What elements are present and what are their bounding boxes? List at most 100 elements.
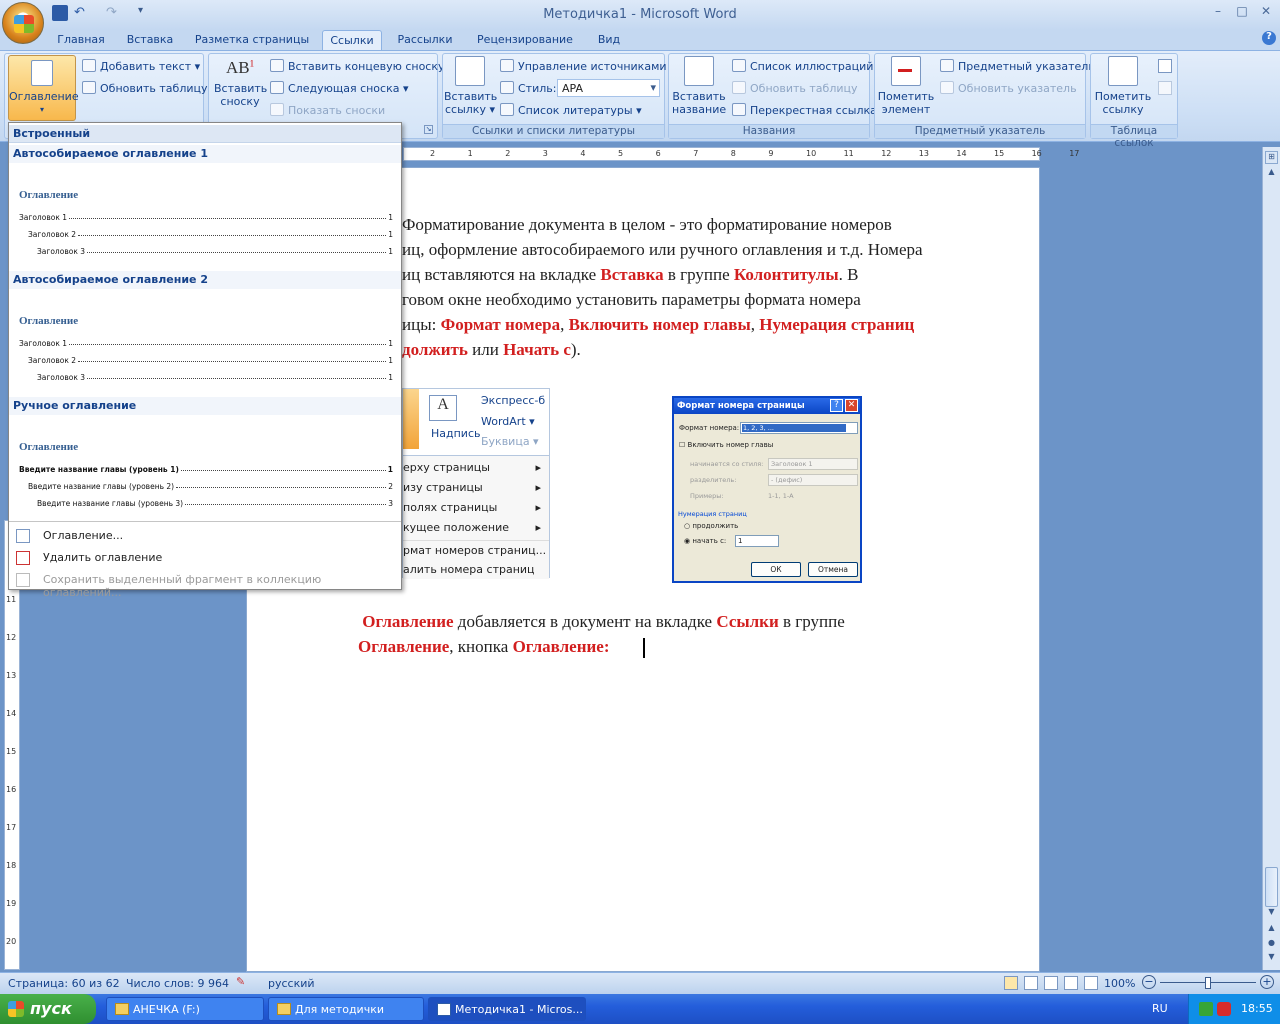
horizontal-ruler[interactable]: 2 1 2 3 4 5 6 7 8 9 10 11 12 13 14 15 16 17: [403, 147, 1079, 161]
outline-icon[interactable]: [1064, 976, 1078, 990]
start-button[interactable]: пуск: [0, 994, 96, 1024]
save-icon[interactable]: [52, 5, 68, 21]
office-button[interactable]: [2, 2, 44, 44]
word-count[interactable]: Число слов: 9 964: [126, 977, 229, 990]
redo-icon[interactable]: ↷: [106, 5, 122, 21]
update-index-button[interactable]: Обновить указатель: [940, 81, 1077, 95]
ruler-toggle-icon[interactable]: ⊞: [1265, 151, 1278, 164]
zoom-in-icon[interactable]: +: [1260, 975, 1274, 989]
tab-page-layout[interactable]: Разметка страницы: [192, 30, 312, 51]
tab-references[interactable]: Ссылки: [322, 30, 382, 51]
format-select[interactable]: 1, 2, 3, ...: [740, 422, 858, 434]
document-line[interactable]: Оглавление, кнопка Оглавление:: [358, 634, 958, 659]
vertical-scrollbar[interactable]: ⊞ ▲ ▼ ▲ ● ▼: [1262, 147, 1280, 970]
save-selection-item[interactable]: Сохранить выделенный фрагмент в коллекци…: [9, 569, 401, 599]
menu-item-current[interactable]: кущее положение ▸: [403, 518, 549, 538]
next-page-icon[interactable]: ▼: [1265, 952, 1278, 966]
help-icon[interactable]: ?: [1262, 31, 1276, 45]
insert-authorities-icon[interactable]: [1158, 59, 1172, 73]
dialog-help-icon[interactable]: ?: [830, 399, 843, 412]
prev-page-icon[interactable]: ▲: [1265, 923, 1278, 937]
document-paragraph-1[interactable]: Форматирование документа в целом - это ф…: [402, 212, 1002, 362]
draft-icon[interactable]: [1084, 976, 1098, 990]
document-line[interactable]: должить или Начать с).: [402, 337, 1002, 362]
dialog-cancel-button[interactable]: Отмена: [808, 562, 858, 577]
menu-item-format[interactable]: рмат номеров страниц...: [403, 540, 549, 560]
insert-footnote-button[interactable]: AB1 Вставить сноску: [214, 58, 267, 120]
remove-toc-item[interactable]: Удалить оглавление: [9, 547, 401, 569]
zoom-slider-thumb[interactable]: [1205, 977, 1211, 989]
dialog-close-icon[interactable]: ✕: [845, 399, 858, 412]
menu-item-margins[interactable]: полях страницы ▸: [403, 498, 549, 518]
insert-caption-button[interactable]: Вставить название: [672, 56, 726, 120]
tab-review[interactable]: Рецензирование: [470, 30, 580, 51]
zoom-out-icon[interactable]: −: [1142, 975, 1156, 989]
start-at-input[interactable]: 1: [735, 535, 779, 547]
minimize-button[interactable]: –: [1207, 4, 1229, 22]
insert-endnote-button[interactable]: Вставить концевую сноску: [270, 59, 445, 73]
style-select[interactable]: APA ▾: [557, 79, 660, 97]
dialog-launcher-icon[interactable]: ↘: [424, 125, 433, 134]
update-figures-button[interactable]: Обновить таблицу: [732, 81, 858, 95]
document-line[interactable]: Форматирование документа в целом - это ф…: [402, 212, 1002, 237]
page-count[interactable]: Страница: 60 из 62: [8, 977, 120, 990]
start-at-radio[interactable]: ◉ начать с:: [684, 537, 726, 545]
tab-home[interactable]: Главная: [52, 30, 110, 51]
document-paragraph-2[interactable]: Оглавление добавляется в документ на вкл…: [358, 609, 958, 659]
tab-insert[interactable]: Вставка: [120, 30, 180, 51]
separator-select[interactable]: - (дефис): [768, 474, 858, 486]
insert-citation-button[interactable]: Вставить ссылку ▾: [444, 56, 497, 120]
bibliography-button[interactable]: Список литературы ▾: [500, 103, 642, 117]
dialog-ok-button[interactable]: ОК: [751, 562, 801, 577]
next-footnote-button[interactable]: Следующая сноска ▾: [270, 81, 409, 95]
qat-customize-icon[interactable]: ▾: [138, 5, 154, 21]
document-line[interactable]: говом окне необходимо установить парамет…: [402, 287, 1002, 312]
show-notes-button[interactable]: Показать сноски: [270, 103, 385, 117]
toc-gallery-auto1[interactable]: Автособираемое оглавление 1 Оглавление З…: [9, 145, 401, 263]
antivirus-icon[interactable]: [1217, 1002, 1231, 1016]
toc-gallery-manual[interactable]: Ручное оглавление Оглавление Введите наз…: [9, 397, 401, 515]
chapter-style-select[interactable]: Заголовок 1: [768, 458, 858, 470]
update-authorities-icon[interactable]: [1158, 81, 1172, 95]
mark-entry-button[interactable]: Пометить элемент: [876, 56, 936, 120]
toc-dialog-item[interactable]: Оглавление...: [9, 525, 401, 547]
continue-radio[interactable]: ○ продолжить: [684, 522, 738, 530]
cross-reference-button[interactable]: Перекрестная ссылка: [732, 103, 877, 117]
include-chapter-checkbox[interactable]: ☐ Включить номер главы: [679, 441, 773, 449]
web-layout-icon[interactable]: [1044, 976, 1058, 990]
maximize-button[interactable]: □: [1231, 4, 1253, 22]
full-screen-reading-icon[interactable]: [1024, 976, 1038, 990]
proofing-icon[interactable]: ✎: [236, 975, 245, 988]
menu-item-top[interactable]: ерху страницы ▸: [403, 458, 549, 478]
taskbar-item-folder[interactable]: Для методички: [268, 997, 424, 1021]
menu-item-remove[interactable]: алить номера страниц: [403, 560, 549, 580]
toc-gallery-auto2[interactable]: Автособираемое оглавление 2 Оглавление З…: [9, 271, 401, 389]
network-icon[interactable]: [1199, 1002, 1213, 1016]
language-bar[interactable]: RU: [1152, 1002, 1168, 1015]
tab-view[interactable]: Вид: [592, 30, 626, 51]
document-line[interactable]: Оглавление добавляется в документ на вкл…: [358, 609, 958, 634]
document-line[interactable]: ицы: Формат номера, Включить номер главы…: [402, 312, 1002, 337]
close-button[interactable]: ✕: [1255, 4, 1277, 22]
table-of-figures-button[interactable]: Список иллюстраций: [732, 59, 873, 73]
taskbar-item-word[interactable]: Методичка1 - Micros...: [428, 997, 586, 1021]
menu-item-bottom[interactable]: изу страницы ▸: [403, 478, 549, 498]
insert-index-button[interactable]: Предметный указатель: [940, 59, 1095, 73]
tab-mailings[interactable]: Рассылки: [390, 30, 460, 51]
toc-button[interactable]: Оглавление ▾: [8, 55, 79, 121]
scroll-thumb[interactable]: [1265, 867, 1278, 907]
undo-icon[interactable]: ↶: [74, 5, 90, 21]
taskbar-item-drive[interactable]: АНЕЧКА (F:): [106, 997, 264, 1021]
update-table-button[interactable]: Обновить таблицу: [82, 81, 208, 95]
browse-object-icon[interactable]: ●: [1265, 938, 1278, 952]
scroll-up-icon[interactable]: ▲: [1265, 167, 1278, 181]
print-layout-icon[interactable]: [1004, 976, 1018, 990]
manage-sources-button[interactable]: Управление источниками: [500, 59, 667, 73]
zoom-level[interactable]: 100%: [1104, 977, 1135, 990]
document-line[interactable]: иц, оформление автособираемого или ручно…: [402, 237, 1002, 262]
language-indicator[interactable]: русский: [268, 977, 315, 990]
scroll-down-icon[interactable]: ▼: [1265, 907, 1278, 921]
add-text-button[interactable]: Добавить текст ▾: [82, 59, 200, 73]
document-line[interactable]: иц вставляются на вкладке Вставка в груп…: [402, 262, 1002, 287]
mark-citation-button[interactable]: Пометить ссылку: [1092, 56, 1154, 120]
